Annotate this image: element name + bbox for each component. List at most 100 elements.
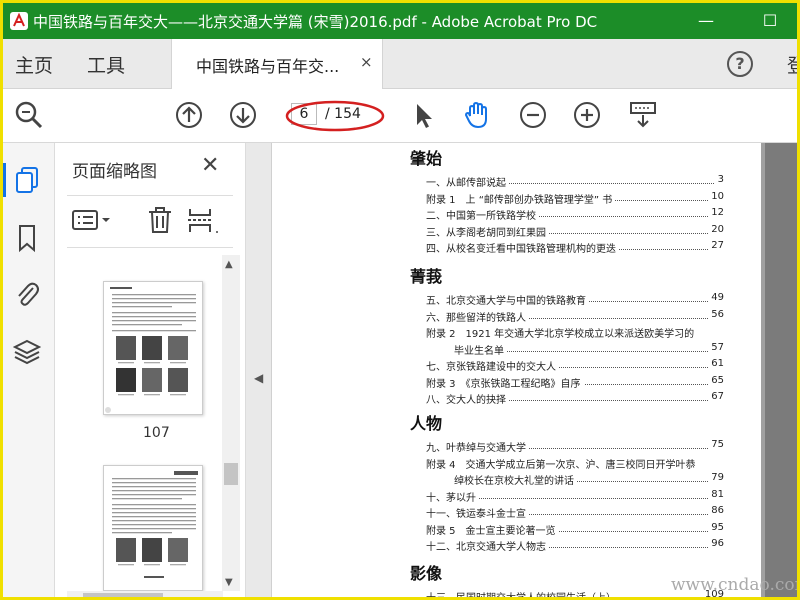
toc-entry[interactable]: 十、茅以升 81 bbox=[426, 488, 724, 504]
toc-page-number: 57 bbox=[708, 341, 724, 353]
page-edge bbox=[761, 143, 765, 597]
zoom-out-icon[interactable] bbox=[517, 99, 549, 131]
toc-page-number: 75 bbox=[708, 439, 724, 450]
maximize-button[interactable]: ☐ bbox=[747, 7, 793, 35]
signin-link[interactable]: 登 bbox=[787, 51, 797, 78]
scroll-down-icon[interactable]: ▼ bbox=[225, 577, 233, 588]
thumbnail-scrollbar[interactable]: ▲ ▼ bbox=[222, 255, 240, 591]
scroll-thumb[interactable] bbox=[224, 463, 238, 485]
toc-entry[interactable]: 毕业生名单 57 bbox=[454, 341, 724, 357]
acrobat-logo-icon bbox=[10, 12, 28, 30]
toc-page-number: 81 bbox=[708, 488, 724, 500]
toc-page-number: 67 bbox=[708, 391, 724, 402]
toc-entry-text: 绰校长在京校大礼堂的讲话 bbox=[454, 472, 577, 487]
toc-entry-text: 六、那些留洋的铁路人 bbox=[426, 308, 529, 324]
toc-entry-text: 毕业生名单 bbox=[454, 341, 507, 357]
toc-page-number: 27 bbox=[708, 240, 724, 251]
toc-entry[interactable]: 附录 5 金士宣主要论著一览 95 bbox=[426, 521, 724, 537]
toc-entry-text: 五、北京交通大学与中国的铁路教育 bbox=[426, 292, 589, 307]
toc-entry[interactable]: 六、那些留洋的铁路人 56 bbox=[426, 308, 724, 324]
toc-entry[interactable]: 二、中国第一所铁路学校 12 bbox=[426, 207, 724, 222]
toc-page-number: 20 bbox=[708, 223, 724, 235]
document-view[interactable]: 肇始 一、从邮传部说起 3 附录 1 上 “邮传部创办铁路管理学堂” 书 10 二、中国第… bbox=[272, 143, 797, 597]
keyboard-scroll-icon[interactable] bbox=[627, 99, 659, 131]
toc-entry[interactable]: 七、京张铁路建设中的交大人 61 bbox=[426, 358, 724, 373]
close-panel-icon[interactable]: ✕ bbox=[201, 153, 219, 178]
toc-entry-text: 附录 2 1921 年交通大学北京学校成立以来派送欧美学习的 bbox=[426, 325, 698, 340]
bookmark-icon[interactable] bbox=[13, 223, 41, 253]
toc-entry[interactable]: 附录 4 交通大学成立后第一次京、沪、唐三校同日开学叶恭 bbox=[426, 455, 724, 471]
toc-entry-text: 八、交大人的抉择 bbox=[426, 391, 509, 406]
thumbnail-preview bbox=[112, 471, 198, 578]
help-icon[interactable]: ? bbox=[727, 51, 753, 77]
collapse-arrow-icon[interactable]: ◀ bbox=[254, 371, 263, 385]
toc-page-number: 12 bbox=[708, 207, 724, 218]
toc-entry-text: 附录 4 交通大学成立后第一次京、沪、唐三校同日开学叶恭 bbox=[426, 455, 699, 471]
highlight-ellipse bbox=[285, 100, 385, 132]
toc-entry-text: 九、叶恭绰与交通大学 bbox=[426, 439, 529, 454]
thumbnail-page-number: 107 bbox=[143, 425, 170, 441]
toc-page-number: 49 bbox=[708, 292, 724, 303]
attachment-icon[interactable] bbox=[13, 279, 41, 309]
toc-entry[interactable]: 九、叶恭绰与交通大学 75 bbox=[426, 439, 724, 454]
zoom-in-icon[interactable] bbox=[571, 99, 603, 131]
toc-entry[interactable]: 十一、铁运泰斗金士宣 86 bbox=[426, 505, 724, 520]
minimize-button[interactable]: — bbox=[683, 7, 729, 35]
toc-entry-text: 十二、北京交通大学人物志 bbox=[426, 538, 549, 553]
delete-page-icon[interactable] bbox=[145, 205, 175, 235]
thumbnails-panel: 页面缩略图 ✕ 107 ▲ ▼ bbox=[55, 143, 246, 597]
toc-entry-text: 三、从李阁老胡同到红果园 bbox=[426, 223, 549, 239]
toc-page-number: 95 bbox=[708, 521, 724, 533]
toc-entry[interactable]: 五、北京交通大学与中国的铁路教育 49 bbox=[426, 292, 724, 307]
title-bar: 中国铁路与百年交大——北京交通大学篇 (宋雪)2016.pdf - Adobe … bbox=[3, 3, 797, 39]
document-background bbox=[761, 143, 797, 597]
toc-entry-text: 四、从校名变迁看中国铁路管理机构的更迭 bbox=[426, 240, 619, 255]
toc-entry[interactable]: 附录 3 《京张铁路工程纪略》自序 65 bbox=[426, 374, 724, 390]
navigation-rail bbox=[3, 143, 55, 597]
page-up-icon[interactable] bbox=[173, 99, 205, 131]
close-tab-icon[interactable]: × bbox=[360, 53, 373, 71]
toc-page-number: 79 bbox=[708, 472, 724, 483]
toc-page-number: 96 bbox=[708, 538, 724, 549]
toc-page-number: 56 bbox=[708, 308, 724, 320]
thumbnail-options-icon[interactable] bbox=[71, 205, 115, 235]
toc-entry-text: 二、中国第一所铁路学校 bbox=[426, 207, 539, 222]
page-thumbnail[interactable] bbox=[103, 281, 203, 415]
toc-entry-text: 十一、铁运泰斗金士宣 bbox=[426, 505, 529, 520]
page-thumbnails-icon[interactable] bbox=[13, 165, 41, 195]
toc-page-number: 3 bbox=[714, 174, 724, 185]
toc-entry-text: 附录 5 金士宣主要论著一览 bbox=[426, 521, 559, 537]
toc-page-number: 10 bbox=[708, 190, 724, 202]
panel-title: 页面缩略图 bbox=[72, 162, 157, 182]
hand-tool-icon[interactable] bbox=[461, 99, 493, 131]
toc-entry[interactable]: 一、从邮传部说起 3 bbox=[426, 174, 724, 189]
toc-entry[interactable]: 附录 1 上 “邮传部创办铁路管理学堂” 书 10 bbox=[426, 190, 724, 206]
tab-home[interactable]: 主页 bbox=[15, 51, 53, 78]
layers-icon[interactable] bbox=[13, 337, 41, 367]
app-window: 中国铁路与百年交大——北京交通大学篇 (宋雪)2016.pdf - Adobe … bbox=[0, 0, 800, 600]
toc-entry[interactable]: 三、从李阁老胡同到红果园 20 bbox=[426, 223, 724, 239]
toc-entry[interactable]: 绰校长在京校大礼堂的讲话 79 bbox=[454, 472, 724, 487]
toc-page-number: 86 bbox=[708, 505, 724, 516]
tab-document[interactable]: 中国铁路与百年交... × bbox=[171, 39, 383, 89]
toc-entry-text: 十、茅以升 bbox=[426, 488, 479, 504]
tab-bar: 主页 工具 中国铁路与百年交... × ? 登 bbox=[3, 39, 797, 89]
toc-page-number: 65 bbox=[708, 374, 724, 386]
toc-entry[interactable]: 十二、北京交通大学人物志 96 bbox=[426, 538, 724, 553]
thumbnail-hscrollbar[interactable] bbox=[67, 591, 223, 597]
scroll-up-icon[interactable]: ▲ bbox=[225, 259, 233, 270]
toc-entry[interactable]: 附录 2 1921 年交通大学北京学校成立以来派送欧美学习的 bbox=[426, 325, 724, 340]
watermark-text: www.cndao.com bbox=[671, 575, 800, 595]
panel-divider bbox=[67, 195, 233, 196]
page-down-icon[interactable] bbox=[227, 99, 259, 131]
zoom-search-icon[interactable] bbox=[13, 99, 45, 131]
insert-page-icon[interactable] bbox=[187, 205, 219, 235]
panel-divider bbox=[67, 247, 233, 248]
page-thumbnail[interactable] bbox=[103, 465, 203, 591]
hscroll-thumb[interactable] bbox=[83, 593, 163, 597]
toc-entry[interactable]: 八、交大人的抉择 67 bbox=[426, 391, 724, 406]
panel-collapse-strip[interactable]: ◀ bbox=[246, 143, 272, 597]
tab-tools[interactable]: 工具 bbox=[87, 51, 125, 78]
select-cursor-icon[interactable] bbox=[407, 99, 439, 131]
toc-entry[interactable]: 四、从校名变迁看中国铁路管理机构的更迭 27 bbox=[426, 240, 724, 255]
